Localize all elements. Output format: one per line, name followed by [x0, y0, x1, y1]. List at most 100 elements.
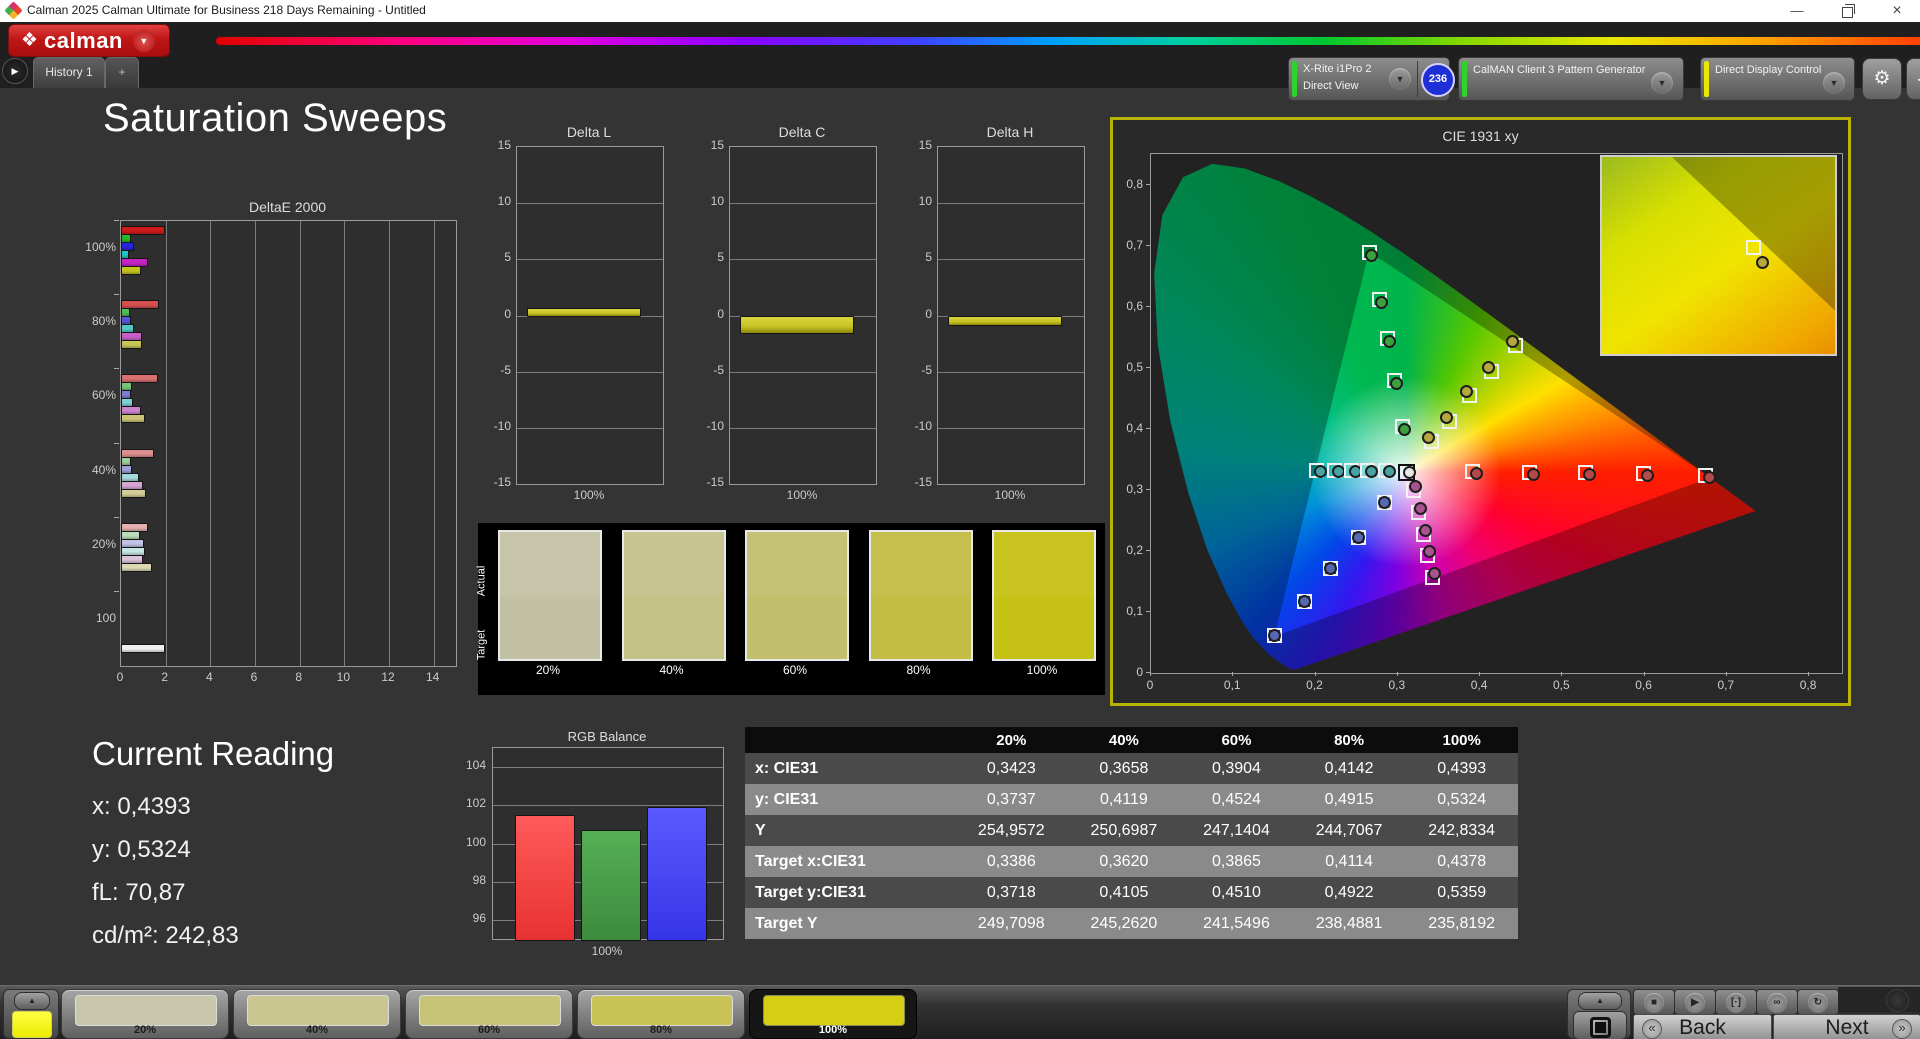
display-control-dropdown[interactable]: Direct Display Control ▼	[1700, 57, 1855, 101]
table-value-cell: 0,3423	[955, 753, 1068, 784]
patch-swatch	[419, 995, 561, 1026]
logo-dropdown-icon[interactable]: ▼	[133, 30, 155, 52]
mini-gridline	[938, 203, 1084, 204]
mini-xlabel: 100%	[937, 488, 1083, 502]
cie-xtick-label: 0,6	[1629, 678, 1659, 692]
swatch-actual	[871, 532, 971, 596]
patch-button-60%[interactable]: 60%	[405, 989, 573, 1039]
mini-gridline	[517, 428, 663, 429]
rgb-plot	[492, 747, 724, 940]
pattern-dropdown-arrow-icon[interactable]: ▼	[1651, 72, 1673, 94]
layout-menu-button[interactable]: ▶	[2, 58, 28, 84]
mini-gridline	[517, 372, 663, 373]
transport-refresh-button[interactable]: ↻	[1797, 989, 1839, 1015]
mini-ylabel: 0	[486, 307, 511, 321]
mini-ylabel: -10	[486, 419, 511, 433]
cie-measured-circle-red	[1583, 468, 1596, 481]
pattern-window-button[interactable]	[1573, 1011, 1627, 1039]
settings-button[interactable]: ⚙	[1862, 58, 1902, 100]
delta-c-plot	[729, 146, 877, 485]
deltae-ytick	[114, 591, 119, 592]
tab-add[interactable]: +	[105, 57, 139, 88]
minimize-button[interactable]: —	[1774, 0, 1820, 22]
mini-title: Delta L	[516, 124, 662, 140]
calman-logo-button[interactable]: ❖ calman ▼	[8, 24, 170, 57]
deltae-gridline	[255, 221, 256, 666]
meter-dropdown[interactable]: X-Rite i1Pro 2 Direct View ▼ 236	[1288, 57, 1450, 101]
patch-button-20%[interactable]: 20%	[61, 989, 229, 1039]
cie-ytick	[1146, 550, 1150, 551]
transport-stop-button[interactable]: ■	[1633, 989, 1675, 1015]
swatch-actual	[747, 532, 847, 596]
mini-gridline	[517, 203, 663, 204]
swatch-label: 40%	[622, 663, 722, 677]
table-value-cell: 244,7067	[1293, 815, 1406, 846]
patch-label: 40%	[234, 1024, 400, 1036]
cie-title: CIE 1931 xy	[1113, 128, 1848, 144]
next-button[interactable]: Next »	[1773, 1014, 1920, 1039]
meter-reading-badge: 236	[1421, 63, 1455, 97]
cie-measured-circle-yellow	[1460, 385, 1473, 398]
disabled-button-circle	[1886, 989, 1909, 1012]
back-button[interactable]: « Back	[1633, 1014, 1772, 1039]
table-value-cell: 0,4922	[1293, 877, 1406, 908]
table-value-cell: 249,7098	[955, 908, 1068, 939]
cie-measured-circle-magenta	[1409, 480, 1422, 493]
deltae-ylabel: 20%	[72, 537, 116, 551]
cie-ytick-label: 0,1	[1115, 604, 1143, 618]
measurement-table: 20%40%60%80%100%x: CIE310,34230,36580,39…	[745, 727, 1518, 939]
rgb-ylabel: 100	[450, 835, 486, 849]
cie-measured-circle-cyan	[1314, 465, 1327, 478]
transport-play-button[interactable]: ▶	[1674, 989, 1716, 1015]
transport-up-button[interactable]: ▲	[1578, 992, 1622, 1010]
transport-measure-once-button[interactable]: [·]	[1715, 989, 1757, 1015]
patch-button-80%[interactable]: 80%	[577, 989, 745, 1039]
up-arrow-icon: ▲	[28, 996, 36, 1005]
tab-history-1[interactable]: History 1	[33, 57, 105, 88]
restore-button[interactable]	[1824, 0, 1870, 22]
patch-button-100%[interactable]: 100%	[749, 989, 917, 1039]
transport-panel-left: ▲	[1567, 989, 1631, 1039]
deltae-ylabel: 100	[72, 611, 116, 625]
cie-measured-circle-magenta	[1428, 567, 1441, 580]
pattern-generator-dropdown[interactable]: CalMAN Client 3 Pattern Generator ▼	[1458, 57, 1684, 101]
deltae-ylabel: 60%	[72, 388, 116, 402]
close-button[interactable]: ×	[1874, 0, 1920, 22]
display-dropdown-arrow-icon[interactable]: ▼	[1823, 72, 1845, 94]
mini-gridline	[730, 428, 876, 429]
deltae-gridline	[344, 221, 345, 666]
deltae-ytick	[114, 443, 119, 444]
transport-measure-continuous-button[interactable]: ∞	[1756, 989, 1798, 1015]
collapse-panel-button[interactable]: ◀	[1906, 58, 1920, 100]
swatch-label: 60%	[745, 663, 845, 677]
deltae-ylabel: 40%	[72, 463, 116, 477]
display-control-label: Direct Display Control	[1715, 64, 1830, 76]
table-row-y: Y254,9572250,6987247,1404244,7067242,833…	[745, 815, 1518, 846]
table-value-cell: 0,3658	[1068, 753, 1181, 784]
meter-dropdown-arrow-icon[interactable]: ▼	[1389, 68, 1411, 90]
swatch-target	[747, 596, 847, 660]
deltae-xlabel: 0	[108, 670, 132, 684]
meter-divider	[1417, 61, 1418, 97]
table-value-cell: 0,4378	[1405, 846, 1518, 877]
current-patch-swatch[interactable]	[12, 1011, 52, 1038]
mini-ylabel: -10	[699, 419, 724, 433]
cie-xtick-label: 0,4	[1464, 678, 1494, 692]
delta-c-chart: Delta C151050-5-10-15100%	[699, 124, 875, 509]
rgb-ylabel: 96	[450, 911, 486, 925]
swatch-pair-20%	[498, 530, 602, 661]
table-row-label: Target y:CIE31	[745, 877, 955, 908]
pattern-generator-label: CalMAN Client 3 Pattern Generator	[1473, 64, 1653, 76]
cie-ytick-label: 0,2	[1115, 543, 1143, 557]
table-row-target-y: Target Y249,7098245,2620241,5496238,4881…	[745, 908, 1518, 939]
mini-xlabel: 100%	[516, 488, 662, 502]
rgb-gridline	[493, 767, 723, 768]
table-value-cell: 235,8192	[1405, 908, 1518, 939]
patch-button-40%[interactable]: 40%	[233, 989, 401, 1039]
table-value-cell: 241,5496	[1180, 908, 1293, 939]
cie-ytick-label: 0,6	[1115, 299, 1143, 313]
mini-ylabel: -5	[699, 363, 724, 377]
swatch-target	[500, 596, 600, 660]
patch-up-button[interactable]: ▲	[14, 992, 50, 1010]
cie-measured-circle-cyan	[1332, 465, 1345, 478]
